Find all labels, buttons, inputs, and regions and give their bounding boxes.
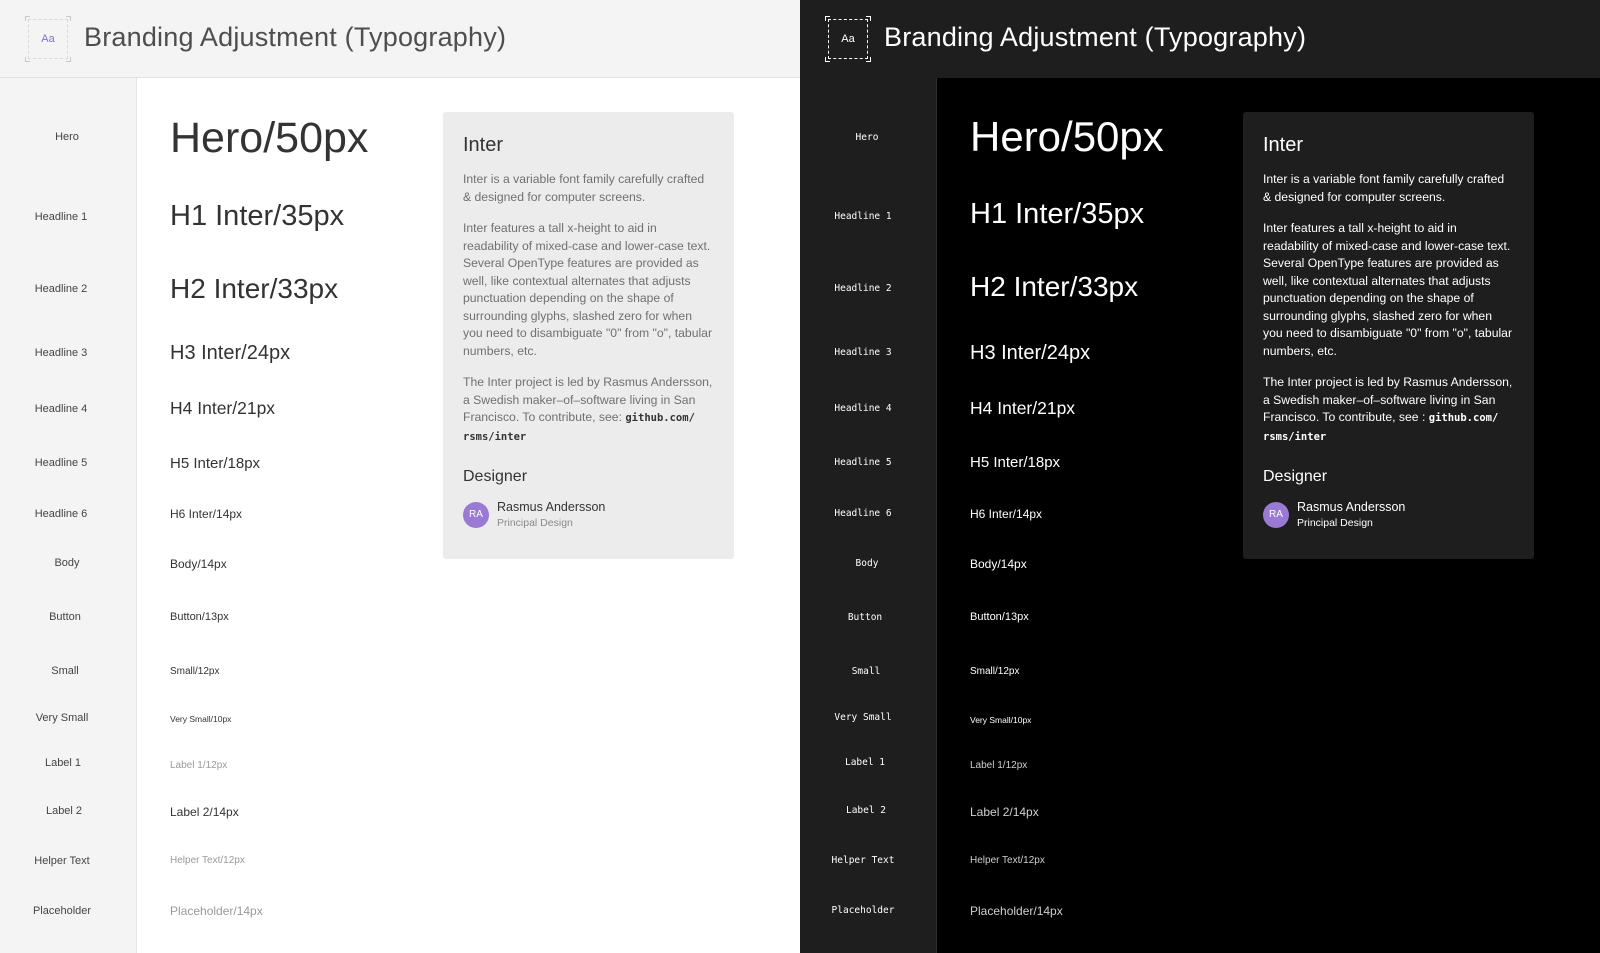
sample-helper-text: Helper Text/12px bbox=[970, 855, 1045, 866]
sample-headline-4: H4 Inter/21px bbox=[170, 398, 276, 418]
designer-heading: Designer bbox=[1263, 468, 1328, 485]
card-title: Inter bbox=[463, 134, 504, 156]
designer-entry: RA Rasmus Andersson Principal Design bbox=[1263, 500, 1514, 529]
designer-name: Rasmus Andersson bbox=[1297, 500, 1406, 514]
label-helper-text: Helper Text bbox=[831, 855, 895, 866]
typography-logo-icon: Aa bbox=[25, 16, 71, 62]
sample-headline-3: H3 Inter/24px bbox=[970, 342, 1091, 364]
label-headline-3: Headline 3 bbox=[834, 347, 892, 358]
logo-text: Aa bbox=[41, 33, 55, 45]
sample-headline-2: H2 Inter/33px bbox=[170, 273, 339, 304]
card-paragraph-3: The Inter project is led by Rasmus Ander… bbox=[463, 374, 714, 446]
avatar: RA bbox=[463, 501, 489, 528]
label-headline-2: Headline 2 bbox=[834, 283, 892, 294]
label-placeholder: Placeholder bbox=[32, 905, 92, 917]
sample-placeholder: Placeholder/14px bbox=[970, 904, 1063, 918]
label-headline-2: Headline 2 bbox=[34, 283, 88, 295]
label-headline-4: Headline 4 bbox=[34, 403, 88, 415]
label-headline-5: Headline 5 bbox=[34, 457, 88, 469]
card-paragraph-2: Inter features a tall x-height to aid in… bbox=[463, 221, 713, 358]
label-body: Body bbox=[54, 557, 80, 569]
card-paragraph-3: The Inter project is led by Rasmus Ander… bbox=[1263, 374, 1514, 446]
label-button: Button bbox=[49, 611, 81, 623]
sample-body: Body/14px bbox=[970, 557, 1027, 571]
sample-helper-text: Helper Text/12px bbox=[170, 855, 245, 866]
sample-hero: Hero/50px bbox=[170, 114, 369, 162]
label-very-small: Very Small bbox=[35, 712, 89, 724]
header: Aa Branding Adjustment (Typography) bbox=[800, 0, 1600, 78]
logo-text: Aa bbox=[841, 33, 855, 45]
sample-headline-5: H5 Inter/18px bbox=[970, 454, 1061, 471]
sample-headline-6: H6 Inter/14px bbox=[170, 507, 243, 521]
label-button: Button bbox=[847, 612, 883, 623]
label-label-2: Label 2 bbox=[845, 805, 887, 816]
label-headline-4: Headline 4 bbox=[834, 403, 892, 414]
label-label-1: Label 1 bbox=[844, 757, 886, 768]
sample-headline-2: H2 Inter/33px bbox=[970, 271, 1139, 302]
designer-name: Rasmus Andersson bbox=[497, 500, 606, 514]
sample-button: Button/13px bbox=[970, 611, 1029, 623]
label-headline-1: Headline 1 bbox=[834, 211, 892, 222]
dark-theme-panel: Aa Branding Adjustment (Typography) Hero… bbox=[800, 0, 1600, 953]
label-label-2: Label 2 bbox=[45, 805, 83, 817]
label-helper-text: Helper Text bbox=[34, 855, 90, 867]
light-theme-panel: Aa Branding Adjustment (Typography) Hero… bbox=[0, 0, 800, 953]
sample-label-1: Label 1/12px bbox=[170, 760, 228, 771]
sample-very-small: Very Small/10px bbox=[970, 715, 1032, 725]
font-info-card: Inter Inter is a variable font family ca… bbox=[1243, 112, 1534, 559]
header: Aa Branding Adjustment (Typography) bbox=[0, 0, 800, 78]
label-headline-3: Headline 3 bbox=[34, 347, 88, 359]
card-title: Inter bbox=[1263, 134, 1304, 156]
sample-body: Body/14px bbox=[170, 557, 227, 571]
page-title: Branding Adjustment (Typography) bbox=[884, 22, 1307, 52]
card-paragraph-1: Inter is a variable font family carefull… bbox=[463, 172, 705, 204]
sample-very-small: Very Small/10px bbox=[170, 714, 232, 724]
sample-label-2: Label 2/14px bbox=[970, 805, 1039, 819]
label-headline-6: Headline 6 bbox=[34, 508, 88, 520]
designer-entry: RA Rasmus Andersson Principal Design bbox=[463, 500, 714, 529]
font-info-card: Inter Inter is a variable font family ca… bbox=[443, 112, 734, 559]
label-small: Small bbox=[51, 665, 79, 677]
designer-heading: Designer bbox=[463, 468, 528, 485]
sample-headline-6: H6 Inter/14px bbox=[970, 507, 1043, 521]
label-label-1: Label 1 bbox=[44, 757, 82, 769]
sample-placeholder: Placeholder/14px bbox=[170, 904, 263, 918]
label-hero: Hero bbox=[855, 132, 879, 143]
label-placeholder: Placeholder bbox=[831, 905, 895, 916]
sample-headline-1: H1 Inter/35px bbox=[170, 200, 345, 232]
sample-small: Small/12px bbox=[970, 666, 1020, 677]
label-headline-1: Headline 1 bbox=[34, 211, 88, 223]
label-headline-5: Headline 5 bbox=[834, 457, 892, 468]
sample-hero: Hero/50px bbox=[970, 113, 1164, 160]
designer-role: Principal Design bbox=[1297, 517, 1373, 529]
typography-logo-icon: Aa bbox=[825, 16, 871, 62]
label-small: Small bbox=[851, 666, 881, 677]
label-body: Body bbox=[855, 558, 879, 569]
label-hero: Hero bbox=[55, 131, 79, 143]
page-title: Branding Adjustment (Typography) bbox=[84, 22, 507, 52]
label-headline-6: Headline 6 bbox=[834, 508, 892, 519]
designer-role: Principal Design bbox=[497, 517, 573, 529]
card-paragraph-1: Inter is a variable font family carefull… bbox=[1263, 172, 1505, 204]
avatar: RA bbox=[1263, 501, 1289, 528]
label-very-small: Very Small bbox=[834, 712, 892, 723]
sample-headline-5: H5 Inter/18px bbox=[170, 455, 261, 472]
sample-small: Small/12px bbox=[170, 666, 220, 677]
sample-headline-3: H3 Inter/24px bbox=[170, 342, 291, 364]
sample-headline-1: H1 Inter/35px bbox=[970, 198, 1145, 230]
sample-label-1: Label 1/12px bbox=[970, 760, 1028, 771]
sample-headline-4: H4 Inter/21px bbox=[970, 398, 1076, 418]
sample-button: Button/13px bbox=[170, 611, 229, 623]
card-paragraph-2: Inter features a tall x-height to aid in… bbox=[1263, 221, 1513, 358]
sample-label-2: Label 2/14px bbox=[170, 805, 239, 819]
